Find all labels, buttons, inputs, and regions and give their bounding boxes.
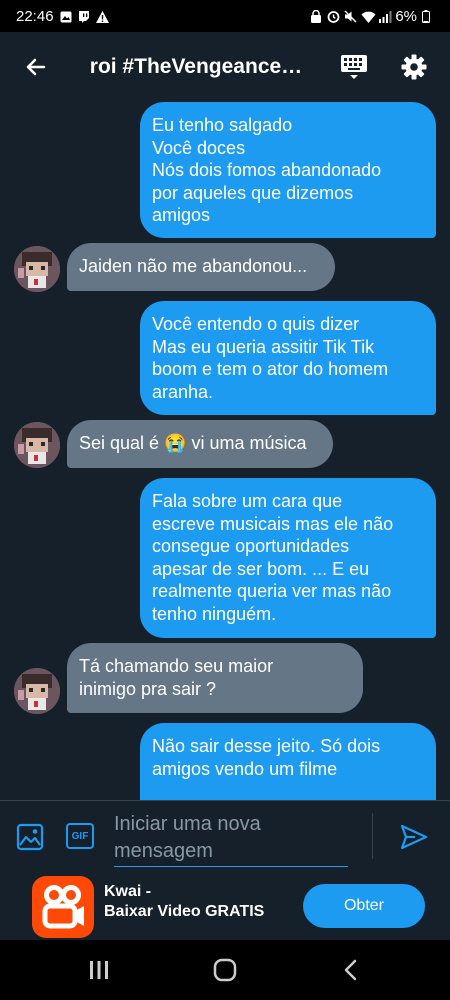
kwai-logo-icon[interactable] [32,876,94,938]
message-line: amigos vendo um filme [152,758,338,779]
message-line: Eu tenho salgado [152,115,293,135]
message-sent[interactable]: Não sair desse jeito. Só dois amigos ven… [140,723,436,800]
home-button[interactable] [210,955,240,985]
gif-label: GIF [71,830,89,842]
gear-icon [401,54,427,80]
twitch-icon [78,10,90,23]
message-line: inimigo pra sair ? [79,678,217,699]
message-line: Mas eu queria assitir Tik Tik [152,336,375,357]
message-line: Tá chamando seu maior [79,656,274,676]
input-placeholder-line: Iniciar uma nova [114,813,261,835]
message-received[interactable]: Jaiden não me abandonou... [67,243,335,291]
ad-title-line: Baixar Video GRATIS [104,903,265,920]
message-input[interactable]: Iniciar uma nova mensagem [114,811,348,867]
image-button[interactable] [14,821,46,853]
message-list[interactable]: Eu tenho salgado Você doces Nós dois fom… [0,102,450,800]
back-icon [344,959,357,981]
warning-icon [95,10,109,23]
message-line: Nós dois fomos abandonado [152,160,382,180]
image-icon [16,823,44,851]
system-nav-bar [0,940,450,1000]
message-line: por aqueles que dizemos [152,182,354,203]
back-button[interactable] [16,47,56,87]
signal-icon [378,10,392,23]
status-time: 22:46 [16,7,54,25]
battery-percent: 6% [395,7,417,25]
input-placeholder-line: mensagem [114,840,213,862]
message-sent[interactable]: Você entendo o quis dizer Mas eu queria … [140,301,436,415]
message-line: realmente queria ver mas não [152,581,392,601]
ad-title[interactable]: Kwai - Baixar Video GRATIS [104,882,294,922]
status-bar: 22:46 6% [0,0,450,32]
arrow-left-icon [26,58,46,76]
message-line: Você doces [152,137,246,158]
send-button[interactable] [398,821,430,853]
message-line: apesar de ser bom. ... E eu [152,558,370,579]
avatar[interactable] [14,668,60,714]
avatar[interactable] [14,422,60,468]
wifi-icon [361,10,376,23]
avatar[interactable] [14,246,60,292]
battery-icon [422,10,434,23]
recents-button[interactable] [84,955,114,985]
message-line: escreve musicais mas ele não [152,513,394,534]
chat-title[interactable]: roi #TheVengeance… [90,55,307,79]
settings-button[interactable] [394,47,434,87]
message-line: Sei qual é 😭 vi uma música [79,433,307,453]
home-icon [213,958,237,982]
ad-title-line: Kwai - [104,883,152,900]
mute-icon [344,10,357,23]
message-line: aranha. [152,381,214,402]
composer-divider [372,813,373,859]
message-line: Jaiden não me abandonou... [79,256,308,276]
message-line: amigos [152,205,211,225]
message-sent[interactable]: Eu tenho salgado Você doces Nós dois fom… [140,102,436,238]
keyboard-icon [341,55,368,79]
gallery-icon [60,10,72,23]
message-composer: GIF Iniciar uma nova mensagem [0,800,450,872]
gif-button[interactable]: GIF [66,823,94,849]
message-line: tenho ninguém. [152,603,277,624]
message-line: Fala sobre um cara que [152,491,343,511]
message-received[interactable]: Tá chamando seu maior inimigo pra sair ? [67,643,363,713]
alarm-icon [327,10,340,23]
send-icon [400,824,428,850]
keyboard-button[interactable] [334,47,374,87]
message-line: consegue oportunidades [152,536,350,556]
lock-icon [310,9,322,23]
message-sent[interactable]: Fala sobre um cara que escreve musicais … [140,478,436,638]
message-line: Você entendo o quis dizer [152,314,360,334]
message-received[interactable]: Sei qual é 😭 vi uma música [67,420,333,468]
chat-header: roi #TheVengeance… [0,32,450,102]
nav-back-button[interactable] [336,955,366,985]
message-line: boom e tem o ator do homem [152,359,389,379]
ad-banner[interactable]: Kwai - Baixar Video GRATIS Obter [0,872,450,940]
message-line: Não sair desse jeito. Só dois [152,736,381,756]
ad-get-button[interactable]: Obter [303,884,425,928]
recents-icon [90,961,108,979]
